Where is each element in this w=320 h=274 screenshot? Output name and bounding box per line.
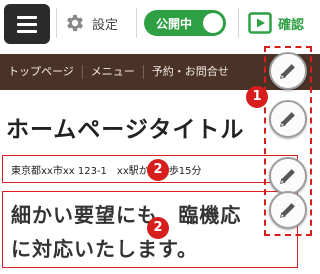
hamburger-icon — [17, 16, 37, 19]
toolbar-divider — [56, 8, 57, 38]
preview-button[interactable]: 確認 — [248, 8, 304, 38]
callout-badge-2b: 2 — [147, 217, 169, 239]
edit-nav-button[interactable] — [269, 52, 307, 90]
pencil-icon — [280, 169, 295, 184]
edit-title-button[interactable] — [269, 100, 307, 138]
gear-icon — [67, 14, 83, 32]
nav-item-contact[interactable]: 予約・お問合せ — [144, 65, 237, 79]
edit-address-button[interactable] — [269, 157, 307, 195]
publish-status-label: 公開中 — [156, 17, 193, 31]
pencil-icon — [280, 112, 295, 127]
toggle-knob — [203, 13, 223, 33]
publish-toggle[interactable]: 公開中 — [144, 10, 226, 36]
callout-badge-1: 1 — [246, 86, 268, 108]
nav-item-top[interactable]: トップページ — [0, 65, 83, 79]
page-title: ホームページタイトル — [6, 117, 245, 143]
callout-badge-2: 2 — [147, 159, 169, 181]
edit-catch-copy-button[interactable] — [269, 191, 307, 229]
settings-label: 設定 — [92, 17, 119, 33]
address-text: 東京都xx市xx 123-1 xx駅から徒歩15分 — [11, 165, 202, 177]
play-square-icon — [248, 12, 272, 34]
menu-button[interactable] — [4, 4, 50, 44]
catch-copy-line-2: に対応いたします。 — [11, 237, 198, 261]
top-toolbar: 設定 公開中 確認 — [0, 0, 320, 46]
nav-item-menu[interactable]: メニュー — [83, 65, 144, 79]
preview-label: 確認 — [278, 17, 305, 33]
pencil-icon — [280, 203, 295, 218]
settings-button[interactable]: 設定 — [64, 8, 118, 38]
pencil-icon — [280, 64, 295, 79]
